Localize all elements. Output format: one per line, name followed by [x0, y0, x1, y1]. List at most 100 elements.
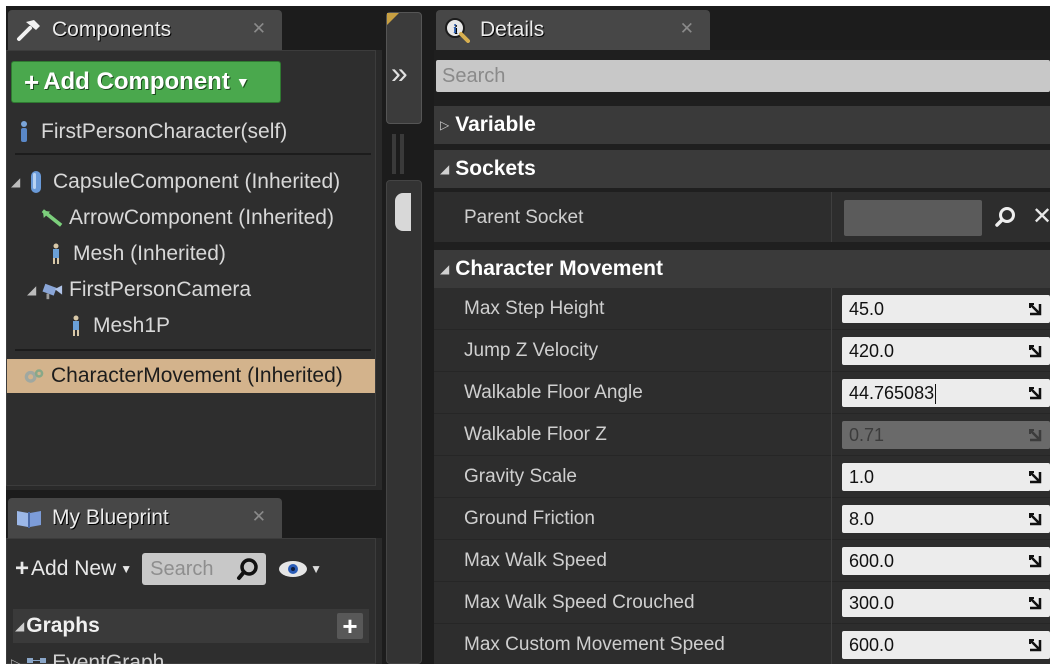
blueprint-toolbar: + Add New ▼ Search ▼ — [15, 551, 322, 587]
expand-arrow-icon[interactable]: ◢ — [11, 175, 25, 189]
drag-arrow-icon[interactable] — [1028, 554, 1042, 568]
tab-components-label: Components — [52, 18, 172, 41]
search-icon[interactable] — [236, 557, 260, 581]
column-splitter[interactable] — [831, 540, 832, 582]
property-value-input[interactable]: 600.0 — [842, 631, 1050, 659]
column-splitter[interactable] — [831, 192, 832, 242]
tree-item-label: Mesh1P — [93, 314, 171, 337]
property-value-input[interactable]: 600.0 — [842, 547, 1050, 575]
tree-item-mesh[interactable]: Mesh (Inherited) — [7, 237, 375, 271]
tree-item-capsule[interactable]: ◢ CapsuleComponent (Inherited) — [7, 165, 375, 199]
resize-grip[interactable] — [400, 134, 404, 174]
close-icon[interactable]: ✕ — [252, 19, 266, 39]
category-variable[interactable]: ▷ Variable — [434, 106, 1050, 144]
column-splitter[interactable] — [831, 414, 832, 456]
close-icon[interactable]: ✕ — [680, 19, 694, 39]
property-value-input[interactable]: 420.0 — [842, 337, 1050, 365]
drag-arrow-icon[interactable] — [1028, 386, 1042, 400]
person-icon — [13, 120, 35, 144]
book-icon — [17, 511, 41, 528]
chevron-down-icon: ▼ — [235, 74, 250, 90]
tree-item-character-movement[interactable]: CharacterMovement (Inherited) — [7, 359, 375, 393]
category-label: Variable — [455, 113, 536, 136]
plus-icon: + — [15, 555, 30, 582]
drag-arrow-icon[interactable] — [1028, 470, 1042, 484]
tree-item-label: FirstPersonCharacter(self) — [41, 120, 288, 143]
skeletal-mesh-icon — [45, 242, 67, 266]
capsule-icon — [25, 170, 47, 194]
drag-arrow-icon[interactable] — [1028, 302, 1042, 316]
tree-item-arrow[interactable]: ArrowComponent (Inherited) — [7, 201, 375, 235]
drag-arrow-icon[interactable] — [1028, 596, 1042, 610]
search-icon[interactable] — [994, 206, 1018, 228]
property-value-input[interactable]: 45.0 — [842, 295, 1050, 323]
drag-arrow-icon[interactable] — [1028, 344, 1042, 358]
column-splitter[interactable] — [831, 624, 832, 664]
tab-my-blueprint[interactable]: My Blueprint ✕ — [8, 498, 282, 538]
column-splitter[interactable] — [831, 582, 832, 624]
info-magnifier-icon: i — [445, 18, 470, 43]
plus-icon: + — [24, 66, 40, 97]
add-graph-button[interactable]: + — [337, 611, 363, 641]
chevron-down-icon: ▼ — [310, 562, 323, 576]
tree-item-event-graph[interactable]: ▷ EventGraph — [11, 651, 164, 664]
property-value-input[interactable]: 300.0 — [842, 589, 1050, 617]
property-name: Ground Friction — [464, 508, 595, 529]
add-component-label: Add Component — [43, 68, 230, 95]
close-icon[interactable]: ✕ — [252, 507, 266, 527]
property-value-input[interactable]: 1.0 — [842, 463, 1050, 491]
property-parent-socket: Parent Socket ✕ — [434, 192, 1050, 242]
property-row: Walkable Floor Z 0.71 — [434, 414, 1050, 456]
column-splitter[interactable] — [831, 372, 832, 414]
column-splitter[interactable] — [831, 288, 832, 330]
tree-item-label: FirstPersonCamera — [69, 278, 252, 301]
property-row: Jump Z Velocity 420.0 — [434, 330, 1050, 372]
tab-details[interactable]: i Details ✕ — [436, 10, 710, 50]
property-row: Gravity Scale 1.0 — [434, 456, 1050, 498]
event-graph-label: EventGraph — [52, 651, 165, 664]
skeletal-mesh-icon — [65, 314, 87, 338]
tree-item-self[interactable]: FirstPersonCharacter(self) — [7, 115, 375, 149]
property-name: Parent Socket — [464, 207, 584, 228]
category-sockets[interactable]: ◢ Sockets — [434, 150, 1050, 188]
property-value-input[interactable]: 44.765083 — [842, 379, 1050, 407]
drag-arrow-icon[interactable] — [1028, 512, 1042, 526]
clear-icon[interactable]: ✕ — [1032, 202, 1050, 231]
category-label: Sockets — [455, 157, 536, 180]
blueprint-search-input[interactable]: Search — [142, 553, 267, 585]
property-value-input: 0.71 — [842, 421, 1050, 449]
graphs-label: Graphs — [26, 614, 100, 637]
resize-grip[interactable] — [392, 134, 396, 174]
details-tabbar: i Details ✕ — [434, 6, 1050, 50]
graphs-section-header[interactable]: ◢ Graphs + — [13, 609, 369, 643]
column-splitter[interactable] — [831, 456, 832, 498]
add-new-label: Add New — [31, 557, 117, 580]
column-splitter[interactable] — [831, 330, 832, 372]
property-value-input[interactable]: 8.0 — [842, 505, 1050, 533]
expand-arrow-icon[interactable]: ◢ — [15, 619, 24, 633]
parent-socket-field[interactable] — [844, 200, 982, 236]
tree-item-mesh1p[interactable]: Mesh1P — [7, 309, 375, 343]
expand-arrow-icon[interactable]: ▷ — [11, 656, 20, 664]
add-new-button[interactable]: + Add New ▼ — [15, 555, 132, 583]
details-search-input[interactable]: Search — [436, 60, 1050, 92]
tree-item-camera[interactable]: ◢ FirstPersonCamera — [7, 273, 375, 307]
components-tabbar: Components ✕ — [6, 6, 382, 50]
property-value: 1.0 — [849, 467, 875, 487]
category-character-movement[interactable]: ◢ Character Movement — [434, 250, 1050, 288]
vertical-scrollbar[interactable] — [386, 180, 422, 664]
property-value: 420.0 — [849, 341, 895, 361]
camera-icon — [41, 278, 63, 302]
drag-arrow-icon[interactable] — [1028, 638, 1042, 652]
collapse-panel-button[interactable]: » — [386, 12, 422, 124]
column-splitter[interactable] — [831, 498, 832, 540]
editor-window: Components ✕ + Add Component ▼ FirstPers… — [6, 6, 1050, 664]
drag-arrow-icon — [1029, 429, 1042, 442]
scrollbar-thumb[interactable] — [395, 193, 411, 231]
add-component-button[interactable]: + Add Component ▼ — [11, 61, 281, 103]
tab-components[interactable]: Components ✕ — [8, 10, 282, 50]
property-row: Max Custom Movement Speed 600.0 — [434, 624, 1050, 664]
expand-arrow-icon[interactable]: ◢ — [27, 283, 41, 297]
view-options-button[interactable]: ▼ — [278, 560, 322, 578]
arrow-component-icon — [41, 206, 63, 230]
